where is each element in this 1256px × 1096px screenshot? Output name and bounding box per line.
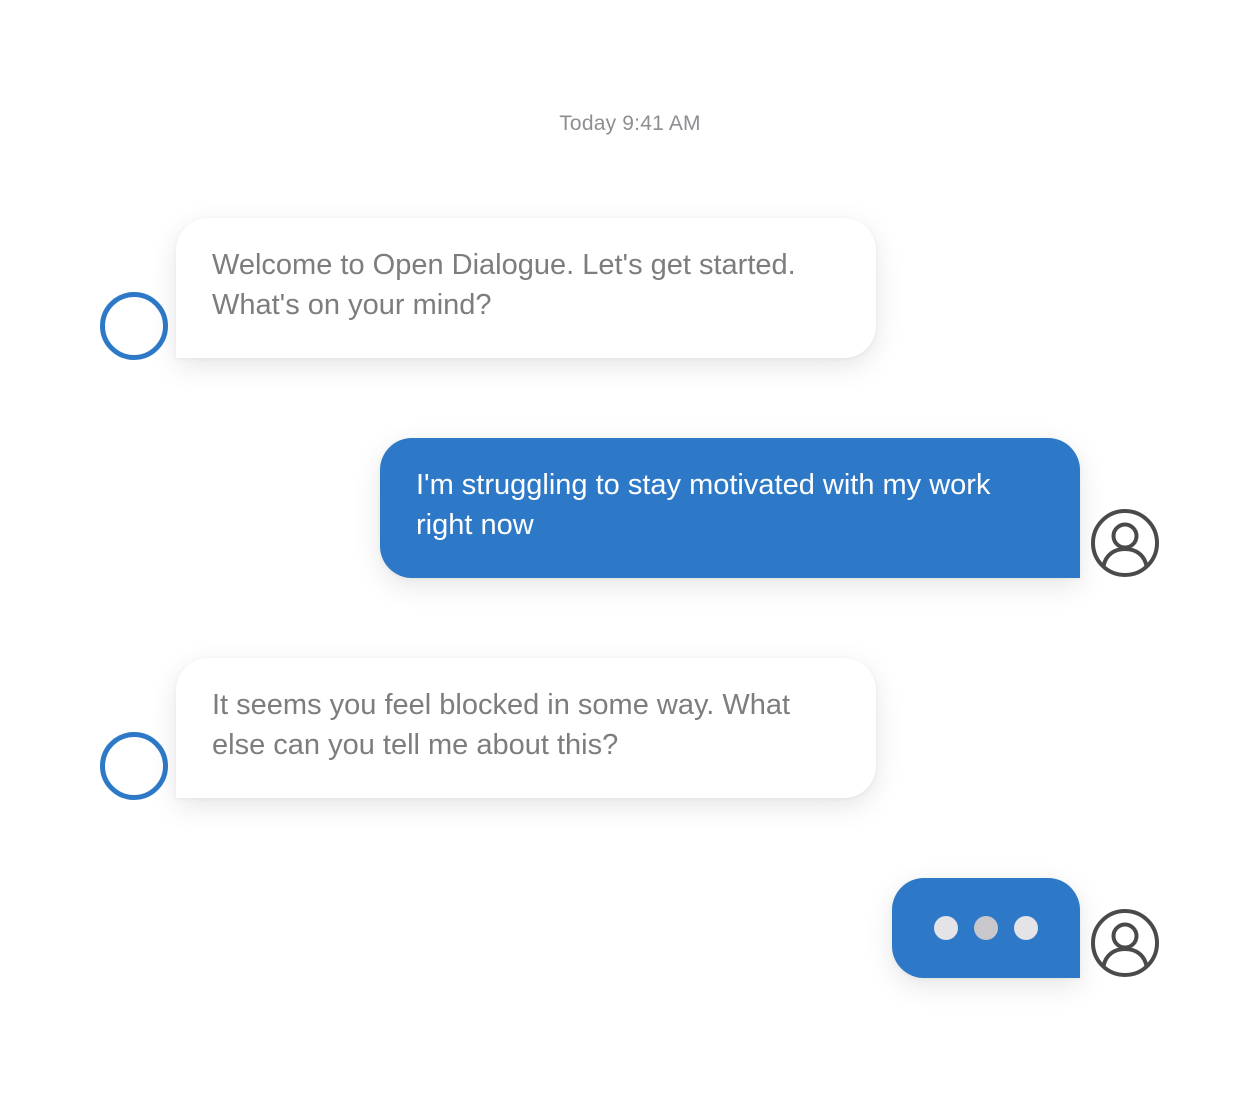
- conversation-timestamp: Today 9:41 AM: [559, 112, 701, 135]
- typing-dot: [974, 916, 998, 940]
- bot-message-bubble: It seems you feel blocked in some way. W…: [176, 658, 876, 798]
- typing-dot: [934, 916, 958, 940]
- bot-avatar-icon: [100, 292, 168, 360]
- typing-dots-icon: [892, 878, 1080, 978]
- bot-message-bubble: Welcome to Open Dialogue. Let's get star…: [176, 218, 876, 358]
- user-profile-icon: [1091, 509, 1159, 577]
- user-profile-icon: [1091, 909, 1159, 977]
- user-message-bubble: I'm struggling to stay motivated with my…: [380, 438, 1080, 578]
- typing-dot: [1014, 916, 1038, 940]
- typing-indicator-bubble: [892, 878, 1080, 978]
- message-text: I'm struggling to stay motivated with my…: [416, 469, 991, 541]
- bot-avatar-icon: [100, 732, 168, 800]
- message-text: It seems you feel blocked in some way. W…: [212, 689, 791, 761]
- message-text: Welcome to Open Dialogue. Let's get star…: [212, 249, 796, 321]
